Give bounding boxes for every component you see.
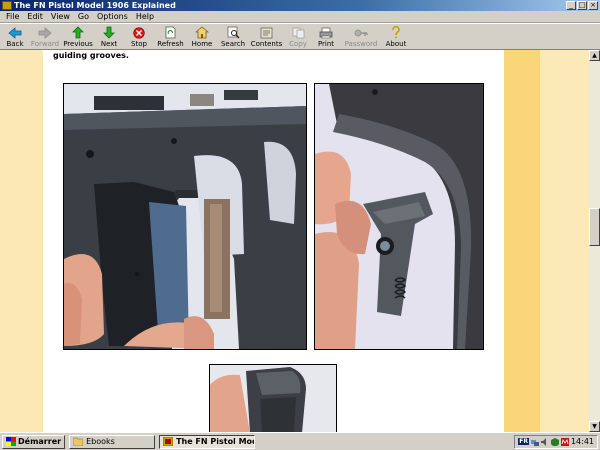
taskbar: Démarrer Ebooks The FN Pistol Model 19..…: [0, 432, 600, 450]
part-close-up-photo: [209, 364, 337, 432]
key-icon: [354, 26, 368, 39]
document-viewport[interactable]: guiding grooves.: [0, 50, 589, 432]
stop-icon: [132, 26, 146, 39]
password-button[interactable]: Password: [340, 24, 382, 50]
title-bar: The FN Pistol Model 1906 Explained _ □ ×: [0, 0, 600, 11]
menu-file[interactable]: File: [2, 12, 23, 21]
contents-button[interactable]: Contents: [249, 24, 284, 50]
scroll-thumb[interactable]: [589, 208, 600, 246]
clock[interactable]: 14:41: [571, 437, 594, 446]
page-content: guiding grooves.: [43, 50, 504, 432]
up-arrow-icon: [71, 26, 85, 39]
window-controls: _ □ ×: [566, 1, 600, 10]
sear-and-spring-photo: [314, 83, 484, 350]
home-button[interactable]: Home: [187, 24, 217, 50]
about-button[interactable]: About: [382, 24, 410, 50]
refresh-icon: [164, 26, 178, 39]
right-accent-band: [504, 50, 540, 432]
forward-button[interactable]: Forward: [28, 24, 62, 50]
search-icon: [226, 26, 240, 39]
about-icon: [389, 26, 403, 39]
windows-logo-icon: [6, 437, 16, 446]
copy-button[interactable]: Copy: [284, 24, 312, 50]
window-title: The FN Pistol Model 1906 Explained: [14, 1, 176, 10]
previous-button[interactable]: Previous: [62, 24, 94, 50]
print-button[interactable]: Print: [312, 24, 340, 50]
scroll-up-arrow-icon[interactable]: ▲: [589, 50, 600, 61]
security-icon[interactable]: [550, 437, 559, 446]
folder-icon: [73, 437, 84, 446]
vertical-scrollbar[interactable]: ▲ ▼: [589, 50, 600, 432]
taskbar-item-fn-pistol[interactable]: The FN Pistol Model 19...: [159, 434, 256, 449]
print-icon: [319, 26, 333, 39]
back-button[interactable]: Back: [2, 24, 28, 50]
home-icon: [195, 26, 209, 39]
system-tray: FR 14:41: [514, 434, 598, 449]
menu-go[interactable]: Go: [74, 12, 93, 21]
antivirus-icon[interactable]: [560, 437, 569, 446]
start-button[interactable]: Démarrer: [2, 434, 66, 449]
taskbar-item-ebooks[interactable]: Ebooks: [69, 434, 156, 449]
ebook-app-icon: [163, 437, 174, 446]
menu-help[interactable]: Help: [132, 12, 158, 21]
language-indicator[interactable]: FR: [518, 438, 529, 445]
toolbar: Back Forward Previous Next Stop Refresh: [0, 23, 600, 50]
body-text-fragment: guiding grooves.: [53, 51, 129, 60]
menu-options[interactable]: Options: [93, 12, 132, 21]
back-arrow-icon: [8, 26, 22, 39]
scroll-down-arrow-icon[interactable]: ▼: [589, 421, 600, 432]
right-margin-band: [540, 50, 589, 432]
close-button[interactable]: ×: [588, 1, 598, 10]
contents-icon: [260, 26, 274, 39]
next-button[interactable]: Next: [94, 24, 124, 50]
menu-bar: File Edit View Go Options Help: [0, 11, 600, 23]
app-icon: [2, 1, 12, 10]
search-button[interactable]: Search: [217, 24, 249, 50]
network-icon[interactable]: [530, 438, 539, 446]
volume-icon[interactable]: [540, 437, 549, 446]
menu-edit[interactable]: Edit: [23, 12, 47, 21]
copy-icon: [291, 26, 305, 39]
left-margin-band: [0, 50, 43, 432]
refresh-button[interactable]: Refresh: [154, 24, 187, 50]
stop-button[interactable]: Stop: [124, 24, 154, 50]
down-arrow-icon: [102, 26, 116, 39]
menu-view[interactable]: View: [47, 12, 74, 21]
start-label: Démarrer: [18, 437, 62, 446]
maximize-button[interactable]: □: [577, 1, 587, 10]
forward-arrow-icon: [38, 26, 52, 39]
minimize-button[interactable]: _: [566, 1, 576, 10]
pistol-frame-photo: [63, 83, 307, 350]
